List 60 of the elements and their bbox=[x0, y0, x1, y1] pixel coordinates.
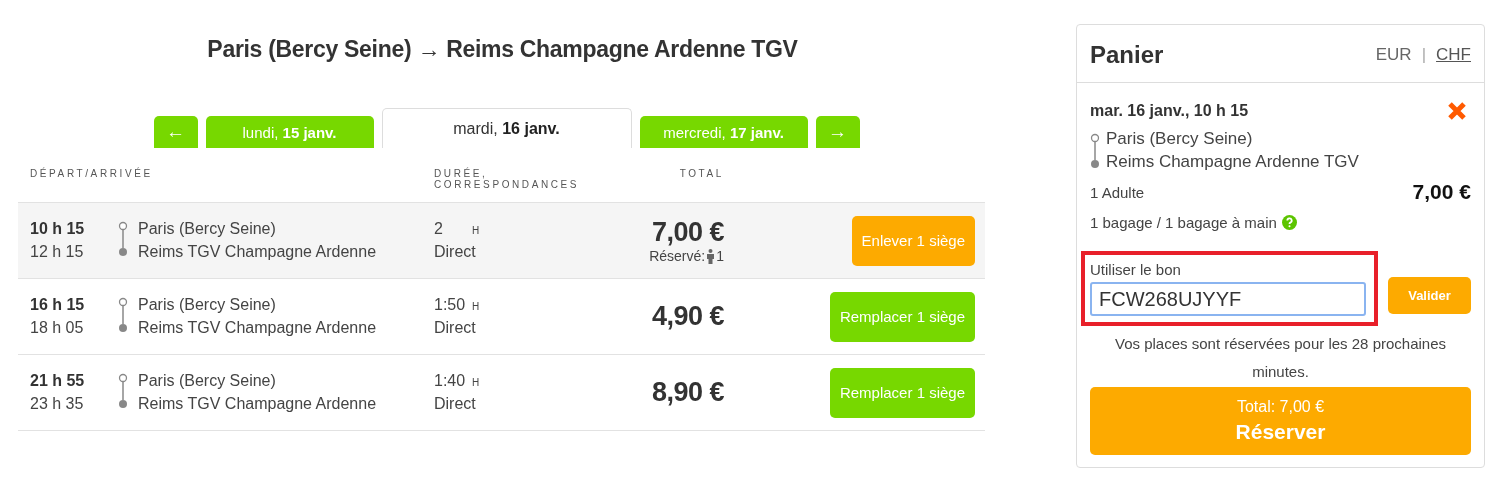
duration-unit: H bbox=[472, 377, 480, 388]
currency-link[interactable]: CHF bbox=[1436, 44, 1471, 65]
currency-option[interactable]: EUR bbox=[1375, 44, 1412, 65]
coupon-field[interactable]: FCW268UJYYF bbox=[1090, 282, 1366, 316]
validate-button[interactable]: Valider bbox=[1388, 277, 1471, 314]
departure-time: 16 h 15 bbox=[30, 296, 86, 314]
date-tab[interactable]: mardi, 16 janv. bbox=[381, 108, 632, 148]
duration-unit: H bbox=[472, 225, 480, 236]
price: 7,00 € bbox=[651, 217, 724, 248]
connections: Direct bbox=[434, 243, 477, 261]
reserved-label: Réservé: bbox=[649, 248, 706, 264]
duration: 1:40 bbox=[434, 372, 467, 390]
duration-unit: H bbox=[472, 301, 480, 312]
reserved-count: 1 bbox=[716, 248, 724, 264]
station-name: Paris (Bercy Seine) bbox=[138, 220, 277, 238]
column-header: DÉPART/ARRIVÉE bbox=[30, 168, 154, 181]
replace-seat-button[interactable]: Remplacer 1 siège bbox=[829, 291, 975, 342]
duration: 1:50 bbox=[434, 296, 467, 314]
book-button[interactable]: Total: 7,00 € Réserver bbox=[1090, 387, 1471, 455]
replace-seat-button[interactable]: Remplacer 1 siège bbox=[829, 367, 975, 418]
route-icon bbox=[118, 219, 128, 258]
price: 4,90 € bbox=[651, 301, 724, 332]
route-icon bbox=[118, 371, 128, 410]
departure-time: 10 h 15 bbox=[30, 220, 86, 238]
previous-day-button[interactable]: ← bbox=[153, 116, 198, 148]
station-name: Paris (Bercy Seine) bbox=[138, 296, 277, 314]
station-name: Reims Champagne Ardenne TGV bbox=[1106, 152, 1359, 172]
arrival-time: 12 h 15 bbox=[30, 243, 85, 261]
baggage-info: 1 bagage / 1 bagage à main bbox=[1090, 214, 1277, 231]
help-icon[interactable] bbox=[1281, 215, 1297, 230]
station-name: Reims TGV Champagne Ardenne bbox=[138, 395, 378, 413]
price: 8,90 € bbox=[651, 377, 724, 408]
column-header: DURÉE, CORRESPONDANCES bbox=[434, 168, 581, 190]
trip-date: mar. 16 janv., 10 h 15 bbox=[1090, 102, 1249, 120]
arrival-time: 18 h 05 bbox=[30, 319, 85, 337]
departure-time: 21 h 55 bbox=[30, 372, 86, 390]
page-title: Paris (Bercy Seine) → Reims Champagne Ardenne TGV bbox=[206, 36, 799, 63]
station-name: Reims TGV Champagne Ardenne bbox=[138, 243, 378, 261]
arrival-time: 23 h 35 bbox=[30, 395, 85, 413]
station-name: Paris (Bercy Seine) bbox=[1106, 129, 1254, 149]
route-icon bbox=[1090, 131, 1100, 170]
passenger-count: 1 Adulte bbox=[1090, 183, 1145, 201]
station-name: Paris (Bercy Seine) bbox=[138, 372, 277, 390]
separator: | bbox=[1421, 44, 1427, 65]
date-tab[interactable]: lundi, 15 janv. bbox=[205, 116, 374, 148]
reservation-notice: Vos places sont réservées pour les 28 prochaines minutes. bbox=[1114, 334, 1447, 382]
next-day-button[interactable]: → bbox=[815, 116, 860, 148]
duration: 2 bbox=[434, 220, 444, 238]
remove-icon[interactable] bbox=[1447, 101, 1467, 121]
date-tab[interactable]: mercredi, 17 janv. bbox=[639, 116, 808, 148]
connections: Direct bbox=[434, 395, 477, 413]
cart-title: Panier bbox=[1090, 40, 1164, 69]
item-price: 7,00 € bbox=[1412, 180, 1471, 204]
connections: Direct bbox=[434, 319, 477, 337]
remove-seat-button[interactable]: Enlever 1 siège bbox=[851, 215, 975, 266]
person-icon bbox=[706, 248, 716, 264]
station-name: Reims TGV Champagne Ardenne bbox=[138, 319, 378, 337]
column-header: TOTAL bbox=[678, 168, 724, 181]
route-icon bbox=[118, 295, 128, 334]
coupon-label: Utiliser le bon bbox=[1090, 261, 1182, 278]
